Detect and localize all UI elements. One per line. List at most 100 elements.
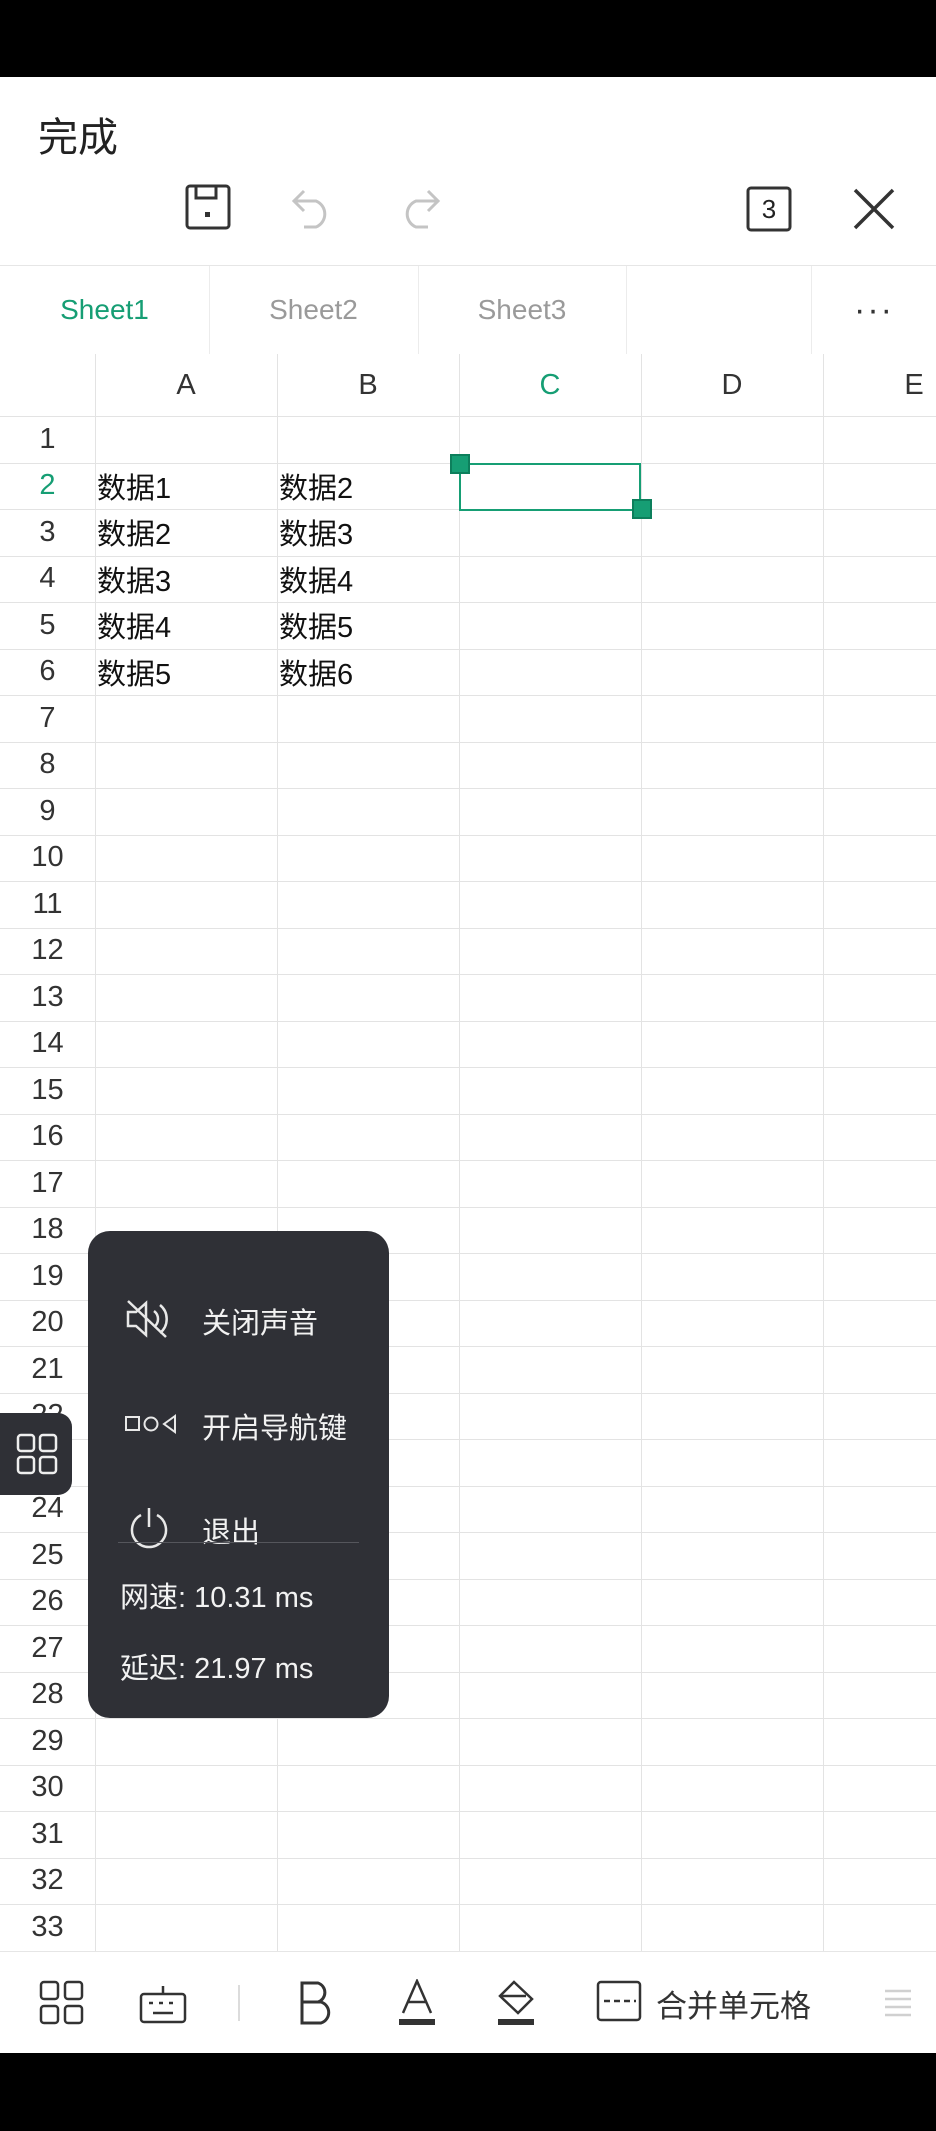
align-icon[interactable] <box>878 1952 918 2054</box>
column-header-a[interactable]: A <box>95 354 277 416</box>
row-header-19[interactable]: 19 <box>0 1253 95 1300</box>
sheet-tab-bar: Sheet1 Sheet2 Sheet3 ··· <box>0 266 936 355</box>
cell-b6[interactable]: 数据6 <box>279 649 353 696</box>
keyboard-icon[interactable] <box>138 1952 188 2054</box>
status-bar <box>0 0 936 77</box>
tab-sheet2[interactable]: Sheet2 <box>209 266 419 354</box>
row-header-30[interactable]: 30 <box>0 1765 95 1812</box>
row-header-7[interactable]: 7 <box>0 695 95 742</box>
column-header-e[interactable]: E <box>823 354 936 416</box>
nav-keys-item[interactable]: 开启导航键 <box>88 1386 389 1466</box>
grid-row-line <box>0 416 936 417</box>
tab-sheet1[interactable]: Sheet1 <box>0 266 210 354</box>
grid-row-line <box>0 1021 936 1022</box>
cell-a5[interactable]: 数据4 <box>97 602 171 649</box>
cell-a4[interactable]: 数据3 <box>97 556 171 603</box>
grid-row-line <box>0 928 936 929</box>
row-header-32[interactable]: 32 <box>0 1858 95 1905</box>
row-header-17[interactable]: 17 <box>0 1160 95 1207</box>
row-header-6[interactable]: 6 <box>0 649 95 696</box>
row-header-31[interactable]: 31 <box>0 1811 95 1858</box>
tab-sheet3[interactable]: Sheet3 <box>418 266 627 354</box>
merge-cells-button[interactable]: 合并单元格 <box>596 1952 836 2054</box>
floating-menu: 关闭声音 开启导航键 退出 网速: 10.31 ms 延迟: 21.97 ms <box>88 1231 389 1718</box>
exit-item[interactable]: 退出 <box>88 1490 389 1570</box>
row-header-3[interactable]: 3 <box>0 509 95 556</box>
row-header-12[interactable]: 12 <box>0 928 95 975</box>
row-header-8[interactable]: 8 <box>0 742 95 789</box>
grid-column-line <box>641 354 642 1951</box>
row-header-26[interactable]: 26 <box>0 1579 95 1626</box>
tab-count-label: 3 <box>761 193 777 224</box>
cell-b4[interactable]: 数据4 <box>279 556 353 603</box>
grid-row-line <box>0 974 936 975</box>
cell-b5[interactable]: 数据5 <box>279 602 353 649</box>
row-header-9[interactable]: 9 <box>0 788 95 835</box>
cell-b2[interactable]: 数据2 <box>279 463 353 510</box>
floating-menu-handle[interactable] <box>0 1413 72 1495</box>
selection-handle-end[interactable] <box>632 499 652 519</box>
cell-a6[interactable]: 数据5 <box>97 649 171 696</box>
row-header-14[interactable]: 14 <box>0 1021 95 1068</box>
cell-b3[interactable]: 数据3 <box>279 509 353 556</box>
row-header-11[interactable]: 11 <box>0 881 95 928</box>
selection-handle-start[interactable] <box>450 453 470 474</box>
row-header-33[interactable]: 33 <box>0 1904 95 1951</box>
grid-row-line <box>0 1067 936 1068</box>
selected-cell-box[interactable] <box>459 462 641 511</box>
row-header-2[interactable]: 2 <box>0 463 95 510</box>
grid-row-line <box>0 1811 936 1812</box>
row-header-15[interactable]: 15 <box>0 1067 95 1114</box>
grid-row-line <box>0 1207 936 1208</box>
row-header-4[interactable]: 4 <box>0 556 95 603</box>
row-header-18[interactable]: 18 <box>0 1207 95 1254</box>
latency-text: 延迟: 21.97 ms <box>120 1653 314 1685</box>
done-button[interactable]: 完成 <box>38 105 118 163</box>
font-color-icon[interactable] <box>392 1952 442 2054</box>
cell-a3[interactable]: 数据2 <box>97 509 171 556</box>
merge-cells-icon <box>596 1980 642 2027</box>
bold-icon[interactable] <box>292 1952 342 2054</box>
row-header-16[interactable]: 16 <box>0 1114 95 1161</box>
grid-row-line <box>0 1114 936 1115</box>
row-header-25[interactable]: 25 <box>0 1532 95 1579</box>
more-sheets-button[interactable]: ··· <box>811 266 936 354</box>
row-header-13[interactable]: 13 <box>0 974 95 1021</box>
menu-divider <box>118 1542 359 1543</box>
row-header-1[interactable]: 1 <box>0 416 95 463</box>
net-speed-text: 网速: 10.31 ms <box>120 1582 314 1614</box>
close-icon[interactable] <box>852 187 896 231</box>
exit-label: 退出 <box>202 1517 261 1549</box>
row-header-28[interactable]: 28 <box>0 1672 95 1719</box>
mute-sound-label: 关闭声音 <box>202 1308 319 1340</box>
row-header-27[interactable]: 27 <box>0 1625 95 1672</box>
merge-cells-label: 合并单元格 <box>656 1988 811 2024</box>
power-icon <box>128 1506 170 1555</box>
undo-icon[interactable] <box>290 185 336 229</box>
row-header-5[interactable]: 5 <box>0 602 95 649</box>
tabs-count-icon[interactable]: 3 <box>746 186 792 232</box>
row-header-20[interactable]: 20 <box>0 1300 95 1347</box>
grid-row-line <box>0 1765 936 1766</box>
grid-row-line <box>0 1904 936 1905</box>
save-icon[interactable] <box>184 183 232 231</box>
cell-a2[interactable]: 数据1 <box>97 463 171 510</box>
mute-sound-item[interactable]: 关闭声音 <box>88 1281 389 1361</box>
row-header-29[interactable]: 29 <box>0 1718 95 1765</box>
format-toolbar: 合并单元格 <box>0 1951 936 2054</box>
nav-keys-icon <box>124 1413 178 1440</box>
column-header-d[interactable]: D <box>641 354 823 416</box>
row-header-10[interactable]: 10 <box>0 835 95 882</box>
mute-icon <box>124 1299 174 1344</box>
column-header-b[interactable]: B <box>277 354 459 416</box>
grid-row-line <box>0 835 936 836</box>
toolbar-separator <box>238 1985 240 2021</box>
grid-column-line <box>823 354 824 1951</box>
fill-color-icon[interactable] <box>490 1952 542 2054</box>
row-header-21[interactable]: 21 <box>0 1346 95 1393</box>
redo-icon[interactable] <box>396 185 442 229</box>
column-header-c[interactable]: C <box>459 354 641 416</box>
apps-icon[interactable] <box>36 1952 88 2054</box>
grid-row-line <box>0 742 936 743</box>
grid-row-line <box>0 695 936 696</box>
